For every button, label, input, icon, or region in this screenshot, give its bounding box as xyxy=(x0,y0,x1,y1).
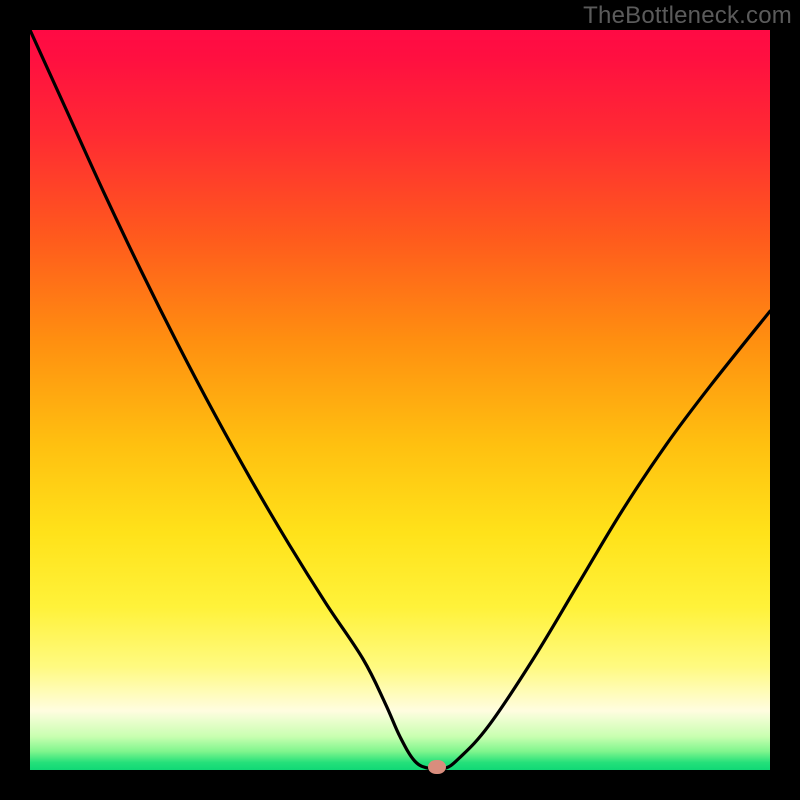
watermark-text: TheBottleneck.com xyxy=(583,2,792,30)
curve-svg xyxy=(30,30,770,770)
chart-frame: TheBottleneck.com xyxy=(0,0,800,800)
bottleneck-curve-path xyxy=(30,30,770,770)
optimal-point-marker xyxy=(428,760,446,774)
plot-area xyxy=(30,30,770,770)
